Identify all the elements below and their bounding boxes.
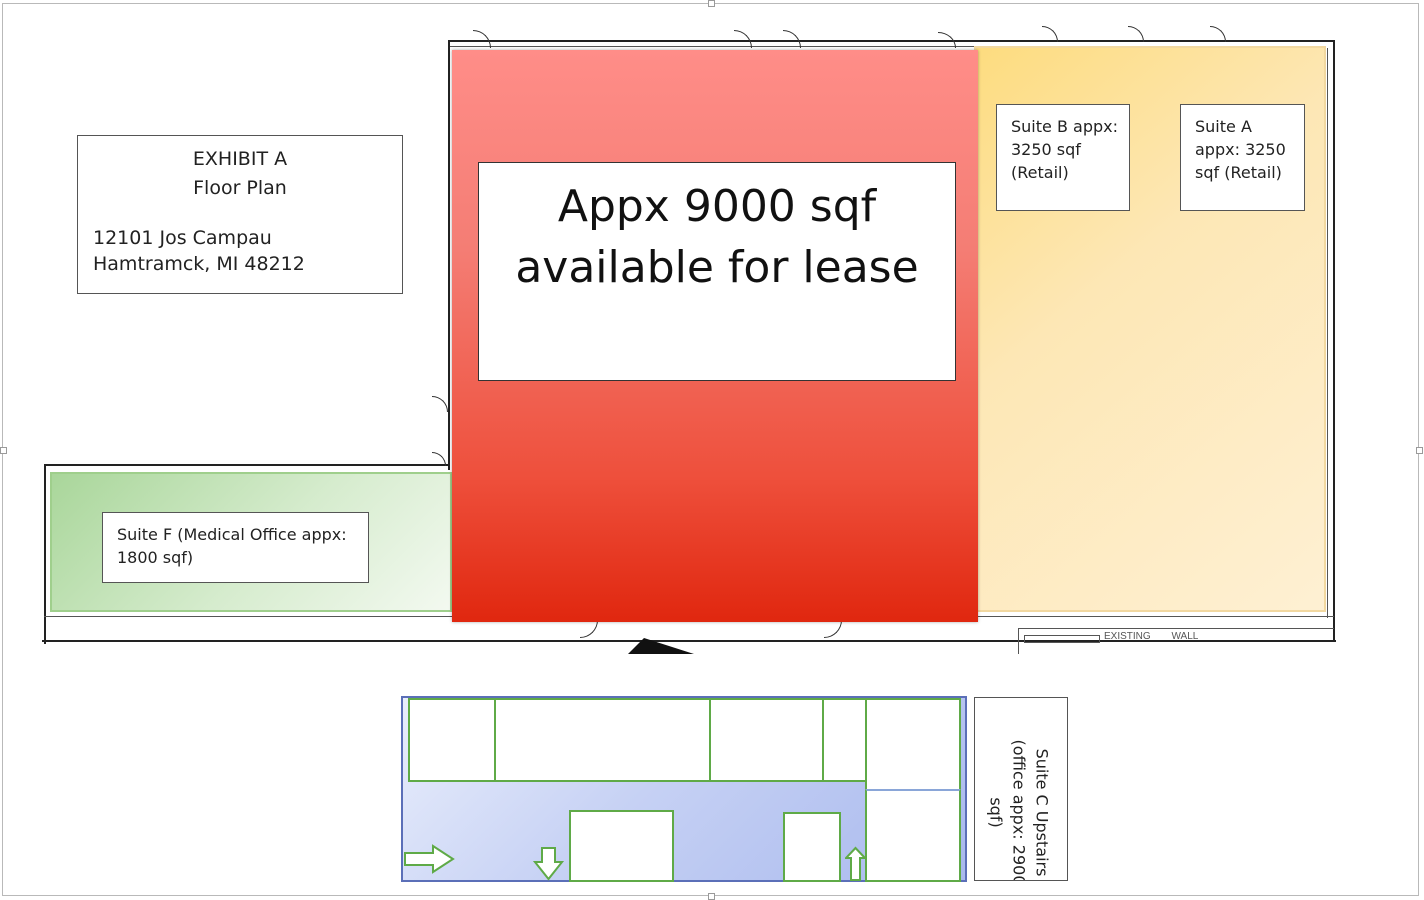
exhibit-address-line2: Hamtramck, MI 48212	[93, 253, 305, 275]
wall	[44, 464, 46, 644]
wall	[1018, 628, 1334, 629]
room	[865, 789, 961, 882]
wall	[1024, 635, 1100, 643]
suite-b-label: Suite B appx: 3250 sqf (Retail)	[996, 104, 1130, 211]
arrow-right-icon	[404, 844, 455, 874]
room	[494, 698, 711, 782]
lease-notice-line2: available for lease	[515, 242, 919, 293]
exhibit-title: EXHIBIT A	[192, 148, 288, 170]
suite-c-label: Suite C Upstairs (office appx: 2900 sqf)	[986, 739, 1052, 881]
resize-handle-bottom[interactable]	[708, 893, 715, 900]
room	[865, 698, 961, 791]
exhibit-box: EXHIBIT A Floor Plan 12101 Jos Campau Ha…	[77, 135, 403, 294]
room	[408, 698, 496, 782]
exhibit-address-line1: 12101 Jos Campau	[93, 227, 272, 249]
room	[709, 698, 824, 782]
suite-f-label: Suite F (Medical Office appx: 1800 sqf)	[102, 512, 369, 583]
wall	[448, 40, 450, 470]
room	[822, 698, 867, 782]
wall	[448, 46, 978, 47]
room	[569, 810, 674, 882]
north-arrow-icon	[628, 638, 694, 654]
wall	[1018, 628, 1019, 654]
lease-notice-box: Appx 9000 sqf available for lease	[478, 162, 956, 381]
arrow-up-icon	[845, 846, 867, 881]
wall	[448, 40, 1334, 42]
lease-notice-line1: Appx 9000 sqf	[557, 181, 877, 232]
suite-a-label: Suite A appx: 3250 sqf (Retail)	[1180, 104, 1305, 211]
resize-handle-right[interactable]	[1416, 447, 1423, 454]
resize-handle-top[interactable]	[708, 0, 715, 7]
room	[783, 812, 841, 882]
suite-c-plan	[401, 696, 967, 882]
suite-c-label-box: Suite C Upstairs (office appx: 2900 sqf)	[974, 697, 1068, 881]
wall	[44, 464, 450, 466]
exhibit-subtitle: Floor Plan	[193, 177, 287, 199]
existing-wall-note: EXISTING WALL	[1104, 631, 1199, 642]
wall	[1327, 48, 1328, 618]
arrow-down-icon	[533, 847, 565, 881]
wall	[1333, 40, 1335, 640]
resize-handle-left[interactable]	[0, 447, 7, 454]
